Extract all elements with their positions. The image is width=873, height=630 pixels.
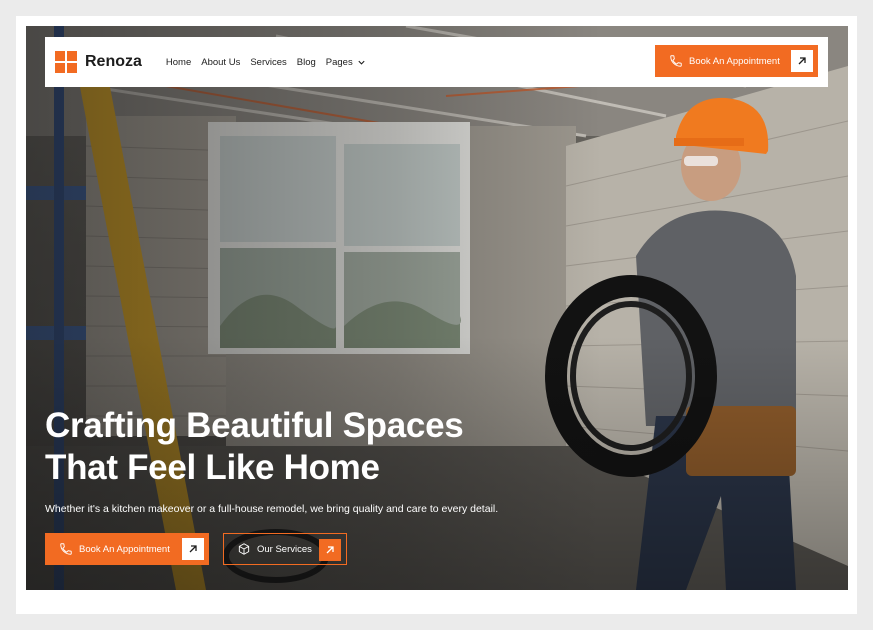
arrow-up-right-icon — [319, 539, 341, 561]
nav-item-pages-label: Pages — [325, 56, 353, 68]
arrow-up-right-icon — [182, 538, 204, 560]
nav-item-pages[interactable]: Pages — [326, 57, 366, 68]
phone-icon — [670, 55, 682, 67]
nav-item-blog[interactable]: Blog — [297, 57, 316, 68]
logo-grid-icon — [55, 51, 77, 73]
brand-name: Renoza — [85, 53, 142, 70]
chevron-down-icon — [358, 60, 365, 65]
logo[interactable]: Renoza — [55, 51, 142, 73]
main-menu: Home About Us Services Blog Pages — [166, 57, 366, 68]
hero-our-services-label: Our Services — [257, 543, 312, 555]
hero-book-appointment-button[interactable]: Book An Appointment — [45, 533, 209, 565]
hero-headline: Crafting Beautiful Spaces That Feel Like… — [45, 405, 464, 489]
hero-book-appointment-label: Book An Appointment — [79, 543, 170, 555]
nav-book-appointment-label: Book An Appointment — [689, 55, 780, 67]
arrow-up-right-icon — [791, 50, 813, 72]
nav-item-services[interactable]: Services — [250, 57, 286, 68]
hero-headline-line-1: Crafting Beautiful Spaces — [45, 406, 464, 445]
nav-item-about-us[interactable]: About Us — [201, 57, 240, 68]
hero-subtext: Whether it's a kitchen makeover or a ful… — [45, 503, 499, 515]
phone-icon — [60, 543, 72, 555]
nav-item-home[interactable]: Home — [166, 57, 191, 68]
cube-icon — [238, 543, 250, 555]
nav-book-appointment-button[interactable]: Book An Appointment — [655, 45, 818, 77]
hero-headline-line-2: That Feel Like Home — [45, 448, 380, 487]
hero-our-services-button[interactable]: Our Services — [223, 533, 347, 565]
